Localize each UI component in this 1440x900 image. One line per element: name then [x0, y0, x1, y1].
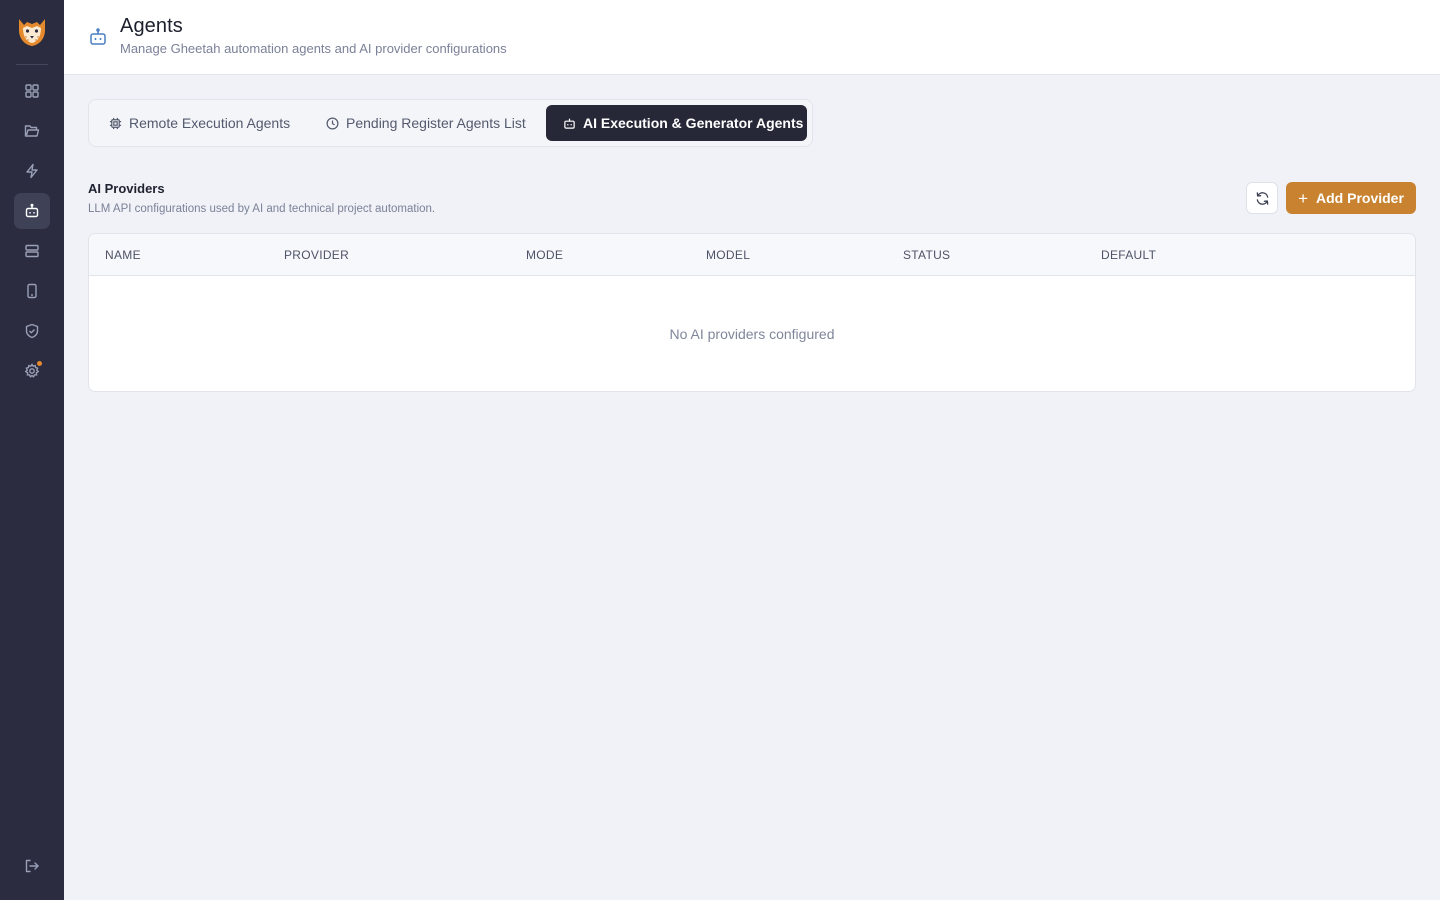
logout-icon: [25, 859, 39, 873]
tab-label: AI Execution & Generator Agents: [583, 115, 804, 131]
page-header: Agents Manage Gheetah automation agents …: [64, 0, 1440, 75]
sidebar-item-settings[interactable]: [14, 353, 50, 389]
column-header-model[interactable]: MODEL: [706, 248, 750, 262]
add-provider-label: Add Provider: [1316, 190, 1404, 206]
empty-state-message: No AI providers configured: [669, 326, 835, 342]
column-header-name[interactable]: NAME: [105, 248, 141, 262]
column-header-default[interactable]: DEFAULT: [1101, 248, 1156, 262]
chip-icon: [109, 117, 122, 129]
refresh-icon: [1256, 191, 1268, 205]
robot-icon: [564, 118, 575, 129]
table-header: NAME PROVIDER MODE MODEL STATUS DEFAULT: [89, 234, 1415, 276]
sidebar-item-devices[interactable]: [14, 273, 50, 309]
sidebar-item-security[interactable]: [14, 313, 50, 349]
page-subtitle: Manage Gheetah automation agents and AI …: [120, 41, 507, 56]
providers-table: NAME PROVIDER MODE MODEL STATUS DEFAULT …: [88, 233, 1416, 392]
refresh-button[interactable]: [1246, 182, 1278, 214]
sidebar-item-agents[interactable]: [14, 193, 50, 229]
robot-icon: [90, 28, 106, 45]
notification-dot: [37, 361, 42, 366]
robot-icon: [25, 203, 39, 218]
plus-icon: +: [1298, 188, 1309, 208]
column-header-mode[interactable]: MODE: [526, 248, 563, 262]
clock-icon: [326, 117, 339, 129]
add-provider-button[interactable]: + Add Provider: [1286, 182, 1416, 214]
sidebar-item-servers[interactable]: [14, 233, 50, 269]
dashboard-icon: [25, 84, 39, 98]
column-header-provider[interactable]: PROVIDER: [284, 248, 349, 262]
server-icon: [25, 244, 39, 258]
tab-label: Pending Register Agents List: [346, 115, 526, 131]
folder-icon: [24, 125, 40, 137]
page-title: Agents: [120, 15, 183, 37]
shield-icon: [25, 323, 39, 339]
sidebar-item-projects[interactable]: [14, 113, 50, 149]
sidebar-divider: [16, 64, 48, 65]
section-title: AI Providers: [88, 181, 165, 196]
logout-button[interactable]: [14, 848, 50, 884]
agent-tabs: Remote Execution Agents Pending Register…: [88, 99, 813, 147]
tab-label: Remote Execution Agents: [129, 115, 291, 131]
tab-pending-register-agents[interactable]: Pending Register Agents List: [326, 105, 526, 141]
sidebar-item-automation[interactable]: [14, 153, 50, 189]
tab-ai-execution-generator-agents[interactable]: AI Execution & Generator Agents: [546, 105, 807, 141]
section-subtitle: LLM API configurations used by AI and te…: [88, 203, 436, 215]
column-header-status[interactable]: STATUS: [903, 248, 950, 262]
sidebar: [0, 0, 64, 900]
mobile-icon: [27, 283, 37, 299]
sidebar-item-dashboard[interactable]: [14, 73, 50, 109]
tab-remote-execution-agents[interactable]: Remote Execution Agents: [109, 105, 290, 141]
cheetah-logo-icon[interactable]: [14, 13, 50, 49]
lightning-icon: [26, 163, 38, 179]
